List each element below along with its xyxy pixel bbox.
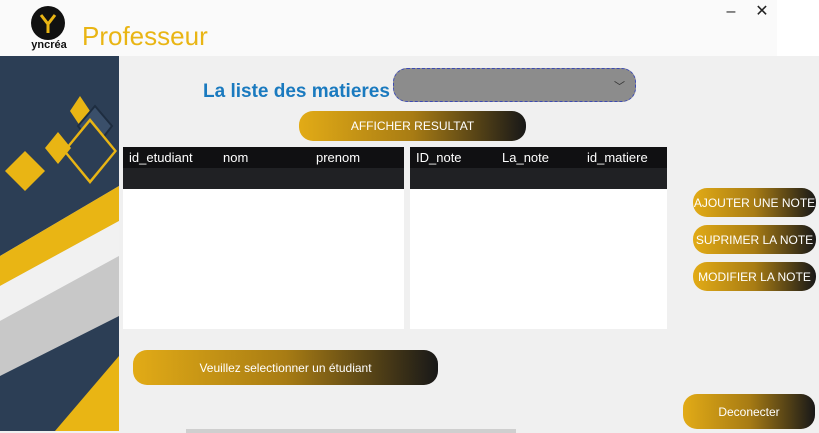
logo-text: yncréa	[31, 39, 67, 51]
select-student-button[interactable]: Veuillez selectionner un étudiant	[133, 350, 438, 385]
chevron-down-icon: ﹀	[614, 81, 625, 93]
subject-select[interactable]: ﹀	[393, 68, 636, 102]
students-table-header: id_etudiant nom prenom	[123, 147, 404, 168]
delete-note-button[interactable]: SUPRIMER LA NOTE	[693, 225, 816, 254]
students-table-header-band	[123, 168, 404, 189]
column-header-la-note: La_note	[502, 150, 549, 165]
subjects-list-title: La liste des matieres	[203, 81, 390, 102]
column-header-prenom: prenom	[316, 150, 361, 165]
logo-mark-icon	[31, 6, 65, 40]
window-title: Professeur	[82, 21, 208, 51]
close-button[interactable]: ✕	[751, 2, 773, 22]
minimize-button[interactable]: –	[720, 2, 742, 22]
show-results-button[interactable]: AFFICHER RESULTAT	[299, 111, 526, 141]
decorative-side-panel	[0, 56, 119, 431]
footer-strip	[186, 429, 516, 433]
title-bar: yncréa Professeur	[0, 0, 777, 56]
notes-table: ID_note La_note id_matiere	[410, 147, 667, 329]
edit-note-button[interactable]: MODIFIER LA NOTE	[693, 262, 816, 291]
students-table: id_etudiant nom prenom	[123, 147, 404, 329]
add-note-button[interactable]: AJOUTER UNE NOTE	[693, 188, 816, 217]
column-header-id-etudiant: id_etudiant	[129, 150, 193, 165]
notes-table-header-band	[410, 168, 667, 189]
column-header-id-note: ID_note	[416, 150, 462, 165]
column-header-nom: nom	[223, 150, 249, 165]
column-header-id-matiere: id_matiere	[587, 150, 648, 165]
yncrea-logo: yncréa	[24, 6, 74, 54]
logout-button[interactable]: Deconecter	[683, 394, 815, 429]
notes-table-header: ID_note La_note id_matiere	[410, 147, 667, 168]
